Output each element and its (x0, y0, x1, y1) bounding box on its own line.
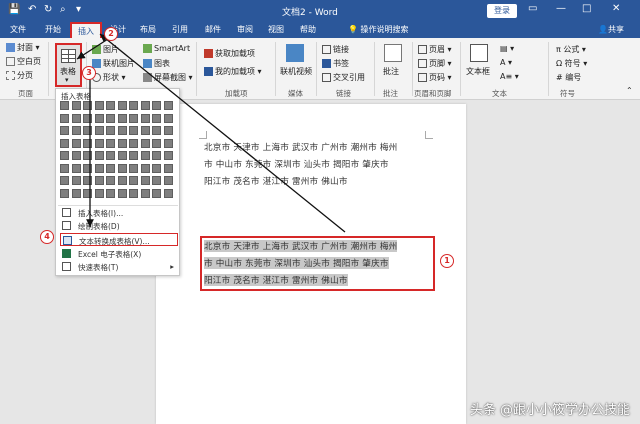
annotation-arrows (76, 33, 346, 233)
watermark: 头条 @跟小小筱学办公技能 (469, 403, 630, 418)
annotation-badge-3: 3 (82, 66, 96, 80)
annotation-badge-2: 2 (104, 27, 118, 41)
annotation-badge-1: 1 (440, 254, 454, 268)
annotation-badge-4: 4 (40, 230, 54, 244)
arrow-to-insert-tab (99, 33, 346, 233)
arrow-to-table-button (76, 38, 109, 60)
